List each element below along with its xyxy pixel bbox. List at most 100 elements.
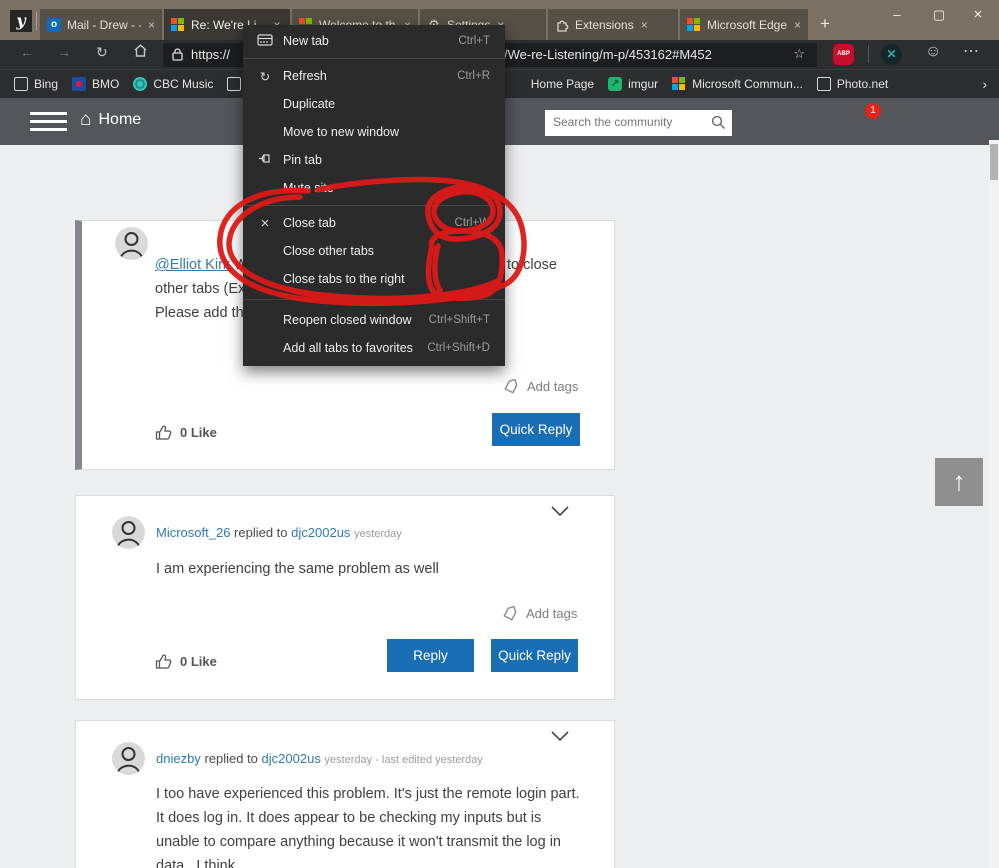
tab-close-icon[interactable]: ×: [794, 18, 801, 32]
favorite-star-icon[interactable]: ☆: [793, 46, 805, 62]
target-user-link[interactable]: djc2002us: [291, 525, 350, 540]
close-window-button[interactable]: ×: [957, 0, 999, 32]
microsoft-icon: [672, 77, 686, 91]
quick-reply-button[interactable]: Quick Reply: [492, 413, 580, 446]
tab-close-icon[interactable]: ×: [641, 18, 648, 32]
minimize-button[interactable]: –: [876, 0, 918, 32]
tab-microsoft-edge[interactable]: Microsoft Edge ×: [680, 9, 808, 40]
collapse-chevron-icon[interactable]: [548, 729, 574, 749]
menu-shortcut: Ctrl+R: [457, 70, 490, 82]
bookmark-bmo[interactable]: BMO: [72, 77, 119, 91]
menu-label: Duplicate: [283, 97, 336, 111]
edge-browser-window: y o Mail - Drew - - × Re: We're Li... × …: [0, 0, 999, 868]
divider: [868, 45, 869, 63]
new-tab-icon: [256, 33, 274, 49]
bookmark-cbc-music[interactable]: CBC Music: [133, 77, 213, 91]
replied-to-label: replied to: [204, 751, 258, 766]
bookmark-label: Microsoft Commun...: [692, 77, 803, 91]
page-icon: [816, 77, 831, 91]
puzzle-icon: [555, 18, 569, 32]
bookmark-home-page[interactable]: Home Page: [531, 77, 594, 91]
add-tags-button[interactable]: Add tags: [502, 606, 577, 621]
new-tab-button[interactable]: +: [812, 9, 838, 39]
bookmarks-overflow-chevron-icon[interactable]: ›: [982, 76, 987, 92]
forum-home-link[interactable]: ⌂ Home: [80, 109, 141, 131]
search-icon[interactable]: [711, 115, 726, 135]
lock-icon: [172, 48, 183, 64]
bookmark-imgur[interactable]: ↗ imgur: [608, 77, 658, 91]
menu-item-close-tab[interactable]: × Close tab Ctrl+W: [243, 209, 505, 237]
browser-logo-icon[interactable]: y: [10, 10, 32, 32]
bookmark-microsoft-community[interactable]: Microsoft Commun...: [672, 77, 803, 91]
menu-separator: [243, 58, 505, 59]
page-scrollbar[interactable]: [989, 140, 999, 868]
avatar[interactable]: [112, 516, 145, 549]
avatar[interactable]: [112, 742, 145, 775]
menu-item-close-other-tabs[interactable]: Close other tabs: [243, 237, 505, 265]
scrollbar-thumb[interactable]: [990, 144, 998, 180]
bookmark-photo-net[interactable]: Photo.net: [816, 77, 888, 91]
menu-shortcut: Ctrl+W: [454, 217, 490, 229]
tab-context-menu: New tab Ctrl+T ↻ Refresh Ctrl+R Duplicat…: [243, 25, 505, 366]
like-control[interactable]: 0 Like: [155, 653, 217, 670]
post-header: dniezby replied to djc2002us yesterday -…: [156, 751, 483, 766]
adblock-plus-icon[interactable]: ABP: [833, 44, 854, 65]
page-icon: [14, 77, 28, 91]
add-tags-label: Add tags: [527, 379, 579, 394]
menu-item-new-tab[interactable]: New tab Ctrl+T: [243, 27, 505, 55]
menu-separator: [243, 205, 505, 206]
menu-item-reopen-closed-window[interactable]: Reopen closed window Ctrl+Shift+T: [243, 306, 505, 334]
post-card-3: dniezby replied to djc2002us yesterday -…: [75, 720, 615, 868]
refresh-icon[interactable]: ↻: [96, 44, 108, 61]
tab-title: Mail - Drew - -: [67, 17, 141, 32]
home-icon[interactable]: [133, 43, 148, 61]
like-control[interactable]: 0 Like: [155, 424, 217, 441]
tab-extensions[interactable]: Extensions ×: [548, 9, 678, 40]
menu-item-pin-tab[interactable]: Pin tab: [243, 146, 505, 174]
avatar[interactable]: [115, 227, 148, 260]
author-link[interactable]: dniezby: [156, 751, 201, 766]
menu-label: Reopen closed window: [283, 313, 412, 327]
post-header: Microsoft_26 replied to djc2002us yester…: [156, 525, 402, 540]
menu-label: Close tabs to the right: [283, 272, 405, 286]
extension-x-icon[interactable]: ✕: [881, 44, 902, 65]
menu-item-refresh[interactable]: ↻ Refresh Ctrl+R: [243, 62, 505, 90]
menu-item-duplicate[interactable]: Duplicate: [243, 90, 505, 118]
tab-close-icon[interactable]: ×: [148, 18, 155, 32]
reply-button[interactable]: Reply: [387, 639, 474, 672]
like-count: 0 Like: [180, 425, 217, 440]
unread-count-badge: 1: [865, 103, 881, 119]
tab-title: Microsoft Edge: [707, 17, 787, 32]
target-user-link[interactable]: djc2002us: [262, 751, 321, 766]
menu-item-mute-site[interactable]: Mute site: [243, 174, 505, 202]
community-search: [545, 110, 732, 136]
collapse-chevron-icon[interactable]: [548, 504, 574, 524]
menu-label: New tab: [283, 34, 329, 48]
menu-item-add-all-tabs-to-favorites[interactable]: Add all tabs to favorites Ctrl+Shift+D: [243, 334, 505, 362]
hamburger-menu-icon[interactable]: [30, 112, 67, 131]
search-input[interactable]: [553, 110, 703, 134]
add-tags-label: Add tags: [526, 606, 578, 621]
post-text: other tabs (Ex: [155, 281, 246, 297]
replied-to-label: replied to: [234, 525, 288, 540]
settings-more-icon[interactable]: ⋯: [963, 41, 980, 61]
scroll-to-top-button[interactable]: ↑: [935, 458, 983, 506]
bookmark-bing[interactable]: Bing: [14, 77, 58, 91]
maximize-button[interactable]: ▢: [918, 0, 960, 32]
post-paragraph: I too have experienced this problem. It'…: [156, 786, 580, 868]
menu-item-close-tabs-to-the-right[interactable]: Close tabs to the right: [243, 265, 505, 293]
mention-link[interactable]: @Elliot Kirk: [155, 257, 230, 273]
forward-icon[interactable]: →: [57, 44, 71, 60]
bookmark-label: Home Page: [530, 77, 595, 91]
add-tags-button[interactable]: Add tags: [503, 379, 578, 394]
menu-item-move-to-new-window[interactable]: Move to new window: [243, 118, 505, 146]
post-text: Please add th: [155, 305, 244, 321]
author-link[interactable]: Microsoft_26: [156, 525, 230, 540]
outlook-icon: o: [47, 17, 61, 32]
feedback-smiley-icon[interactable]: ☺: [925, 43, 941, 61]
tab-mail[interactable]: o Mail - Drew - - ×: [40, 9, 162, 40]
microsoft-icon: [171, 17, 185, 32]
back-icon[interactable]: ←: [20, 44, 34, 60]
quick-reply-button[interactable]: Quick Reply: [491, 639, 578, 672]
page-icon: [227, 77, 242, 91]
